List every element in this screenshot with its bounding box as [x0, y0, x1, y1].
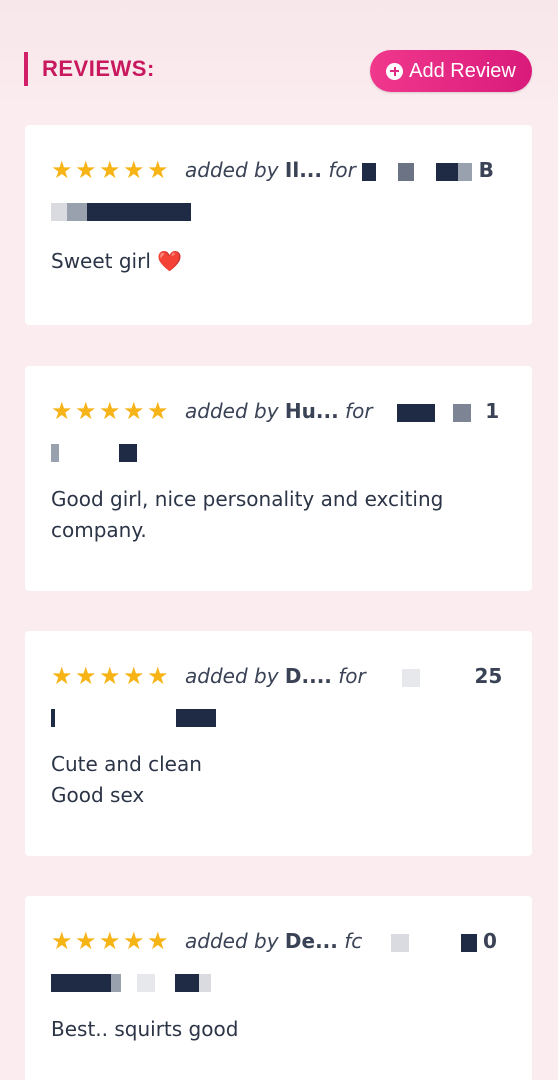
star-rating: ★ ★ ★ ★ ★ [51, 158, 171, 182]
review-card: ★ ★ ★ ★ ★ added by De... fc 0 Best.. squirts… [25, 896, 532, 1080]
review-meta-tail: 0 [483, 929, 497, 953]
star-icon: ★ [147, 662, 169, 690]
star-rating: ★ ★ ★ ★ ★ [51, 664, 171, 688]
review-meta: added by Hu... for 1 [185, 399, 500, 423]
review-meta: added by D.... for 25 [185, 664, 503, 688]
star-icon: ★ [51, 397, 73, 425]
star-icon: ★ [147, 397, 169, 425]
review-author: Il... [284, 158, 322, 182]
review-card: ★ ★ ★ ★ ★ added by Il... for B Sweet girl ❤️ [25, 125, 532, 325]
star-rating: ★ ★ ★ ★ ★ [51, 399, 171, 423]
star-icon: ★ [51, 662, 73, 690]
review-author: De... [284, 929, 338, 953]
review-meta-tail: 25 [474, 664, 503, 688]
star-icon: ★ [147, 156, 169, 184]
star-icon: ★ [75, 397, 97, 425]
review-author: D.... [284, 664, 332, 688]
star-icon: ★ [123, 927, 145, 955]
review-meta: added by Il... for B [185, 158, 494, 182]
add-review-button[interactable]: Add Review [370, 50, 532, 92]
star-rating: ★ ★ ★ ★ ★ [51, 929, 171, 953]
star-icon: ★ [99, 662, 121, 690]
redacted-text [378, 403, 479, 422]
redacted-date [51, 201, 191, 223]
add-review-label: Add Review [409, 59, 516, 82]
star-icon: ★ [99, 397, 121, 425]
review-meta-row: ★ ★ ★ ★ ★ added by D.... for 25 [51, 662, 502, 690]
star-icon: ★ [99, 156, 121, 184]
star-icon: ★ [75, 927, 97, 955]
star-icon: ★ [147, 927, 169, 955]
redacted-text [362, 162, 473, 181]
review-meta: added by De... fc 0 [185, 929, 497, 953]
star-icon: ★ [75, 662, 97, 690]
reviews-title: REVIEWS: [42, 56, 155, 81]
star-icon: ★ [123, 156, 145, 184]
review-meta-row: ★ ★ ★ ★ ★ added by De... fc 0 [51, 927, 497, 955]
review-card: ★ ★ ★ ★ ★ added by D.... for 25 Cute and cle… [25, 631, 532, 856]
redacted-text [372, 668, 469, 687]
review-meta-tail: 1 [485, 399, 500, 423]
review-card: ★ ★ ★ ★ ★ added by Hu... for 1 Good girl, ni… [25, 366, 532, 591]
redacted-date [51, 442, 201, 464]
redacted-date [51, 707, 216, 729]
review-text: Sweet girl ❤️ [51, 249, 183, 273]
review-text: Best.. squirts good [51, 1017, 239, 1041]
star-icon: ★ [51, 927, 73, 955]
star-icon: ★ [123, 662, 145, 690]
review-meta-row: ★ ★ ★ ★ ★ added by Hu... for 1 [51, 397, 499, 425]
redacted-date [51, 972, 211, 994]
star-icon: ★ [123, 397, 145, 425]
star-icon: ★ [75, 156, 97, 184]
star-icon: ★ [99, 927, 121, 955]
review-meta-tail: B [478, 158, 494, 182]
review-text: Cute and clean Good sex [51, 752, 202, 807]
review-text: Good girl, nice personality and exciting… [51, 487, 444, 542]
review-author: Hu... [284, 399, 339, 423]
plus-circle-icon [386, 62, 404, 80]
review-meta-row: ★ ★ ★ ★ ★ added by Il... for B [51, 156, 494, 184]
star-icon: ★ [51, 156, 73, 184]
heading-accent-bar [24, 52, 28, 86]
redacted-text [368, 933, 477, 952]
reviews-heading: REVIEWS: [24, 52, 155, 86]
heart-emoji: ❤️ [157, 249, 183, 273]
